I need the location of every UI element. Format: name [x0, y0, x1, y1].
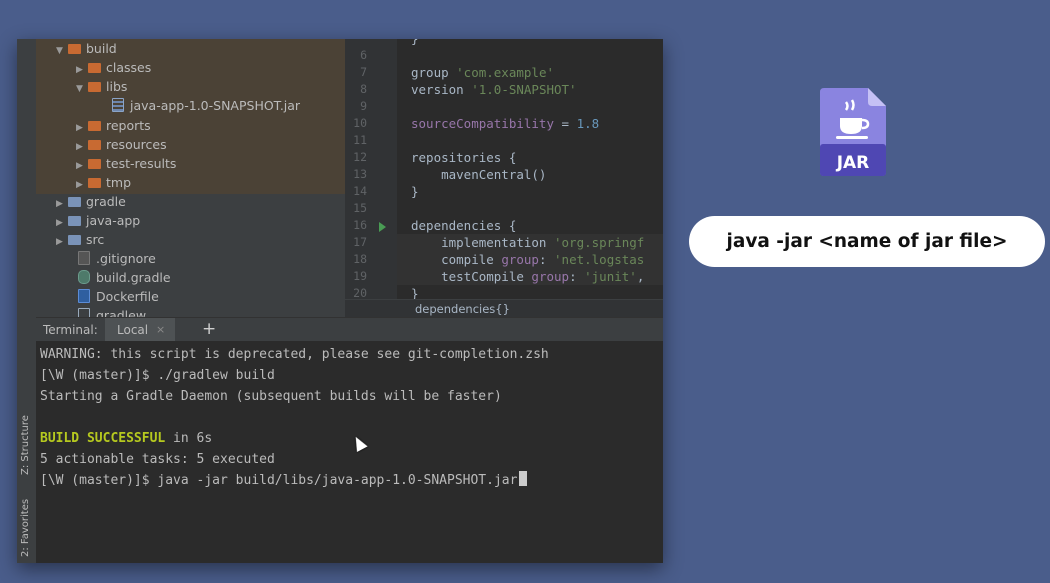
terminal-line: [\W (master)]$ ./gradlew build [40, 368, 275, 383]
command-callout: java -jar <name of jar file> [689, 216, 1045, 267]
tree-item-gradle[interactable]: ▶ gradle [56, 192, 126, 211]
code-source-compat: sourceCompatibility = 1.8 [411, 116, 600, 131]
code-line: 8 version '1.0-SNAPSHOT' [360, 82, 577, 97]
tree-item-gitignore[interactable]: .gitignore [78, 249, 156, 268]
tree-item-reports[interactable]: ▶ reports [76, 116, 151, 135]
tree-item-test-results[interactable]: ▶ test-results [76, 154, 176, 173]
jar-file-icon [112, 98, 124, 112]
ide-window: Z: Structure 2: Favorites ▼ build ▶ classe… [17, 39, 663, 563]
jar-label: JAR [836, 153, 870, 173]
tree-item-classes[interactable]: ▶ classes [76, 58, 151, 77]
code-group: group 'com.example' [411, 65, 554, 80]
gradle-icon [78, 270, 90, 284]
tree-item-resources[interactable]: ▶ resources [76, 135, 167, 154]
code-line: 17 implementation 'org.springf [353, 235, 645, 250]
terminal-output[interactable]: WARNING: this script is deprecated, plea… [36, 341, 663, 563]
code-line: 7 group 'com.example' [360, 65, 554, 80]
code-line: 11 [353, 133, 367, 147]
new-terminal-button[interactable]: + [202, 319, 216, 339]
tab-local[interactable]: Local × [105, 318, 175, 342]
code-line: } [345, 39, 663, 47]
tree-item-libs[interactable]: ▼ libs [76, 77, 127, 96]
code-line: 16 dependencies { [353, 218, 517, 233]
code-version: version '1.0-SNAPSHOT' [411, 82, 577, 97]
command-text: java -jar <name of jar file> [726, 231, 1008, 252]
code-line: 18 compile group: 'net.logstas [353, 252, 645, 267]
code-editor[interactable]: } 6 7group 'com.example' 8version '1.0-S… [345, 39, 663, 317]
terminal-line: Starting a Gradle Daemon (subsequent bui… [40, 389, 502, 404]
editor-breadcrumb[interactable]: dependencies{} [345, 299, 663, 317]
file-icon [78, 308, 90, 317]
tree-item-src[interactable]: ▶ src [56, 230, 104, 249]
code-line: 12 repositories { [353, 150, 517, 165]
close-icon[interactable]: × [156, 318, 165, 342]
code-line: 13 mavenCentral() [353, 167, 547, 182]
build-successful-text: BUILD SUCCESSFUL [40, 431, 166, 446]
terminal-tab-bar: Terminal: Local × + [36, 317, 663, 342]
tree-item-build[interactable]: ▼ build [56, 39, 117, 58]
terminal-label: Terminal: [43, 323, 98, 337]
favorites-tab[interactable]: 2: Favorites [17, 39, 36, 557]
tree-item-gradlew[interactable]: gradlew [78, 306, 146, 317]
code-line: 6 [360, 48, 367, 62]
terminal-prompt-line[interactable]: [\W (master)]$ java -jar build/libs/java… [40, 470, 528, 491]
text-cursor [519, 471, 528, 486]
code-line: 15 [353, 201, 367, 215]
tool-window-strip: Z: Structure 2: Favorites [17, 39, 37, 563]
jar-file-icon-large: JAR [820, 88, 886, 176]
project-tree: ▼ build ▶ classes ▼ libs java-app-1.0-SNAPS… [36, 39, 362, 317]
tree-item-java-app[interactable]: ▶ java-app [56, 211, 140, 230]
code-line: 9 [360, 99, 367, 113]
code-line: 14} [353, 184, 419, 199]
tree-item-dockerfile[interactable]: Dockerfile [78, 287, 159, 306]
code-line: 19 testCompile group: 'junit', [353, 269, 645, 284]
gitignore-icon [78, 251, 90, 265]
tree-item-jar[interactable]: java-app-1.0-SNAPSHOT.jar [112, 96, 300, 115]
tree-item-build-gradle[interactable]: build.gradle [78, 268, 171, 287]
terminal-line-build-status: BUILD SUCCESSFUL in 6s [40, 431, 213, 446]
run-gutter-icon[interactable] [379, 222, 386, 232]
terminal-line: WARNING: this script is deprecated, plea… [40, 347, 549, 362]
code-line: 10 sourceCompatibility = 1.8 [353, 116, 600, 131]
tree-item-tmp[interactable]: ▶ tmp [76, 173, 131, 192]
terminal-line: 5 actionable tasks: 5 executed [40, 452, 275, 467]
docker-icon [78, 289, 90, 303]
